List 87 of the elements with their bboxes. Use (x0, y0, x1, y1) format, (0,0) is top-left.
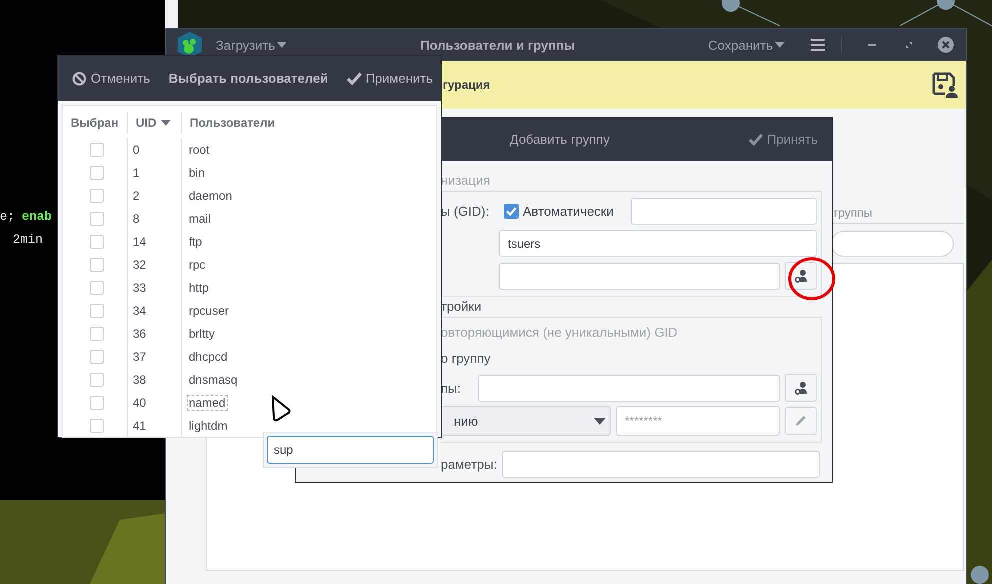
menu-icon[interactable] (811, 39, 825, 51)
user-name-cell[interactable]: dnsmasq (187, 372, 240, 388)
select-checkbox[interactable] (90, 396, 104, 410)
network-node-drawing (722, 0, 780, 26)
uid-cell: 8 (127, 207, 181, 230)
uid-cell: 2 (127, 184, 181, 207)
dialog-title: Выбрать пользователей (168, 71, 328, 86)
user-name-cell[interactable]: bin (187, 164, 208, 180)
uid-cell: 40 (127, 391, 181, 414)
select-checkbox[interactable] (90, 326, 104, 340)
apply-button[interactable]: Применить (346, 71, 433, 86)
uid-cell: 32 (127, 253, 181, 276)
select-checkbox[interactable] (90, 188, 104, 202)
uid-cell: 33 (127, 276, 181, 299)
members-field[interactable] (478, 374, 780, 402)
search-field[interactable]: sup (267, 436, 434, 464)
user-name-cell[interactable]: lightdm (187, 418, 230, 434)
column-header[interactable]: Выбран (63, 112, 127, 134)
save-menu-button[interactable]: Сохранить (704, 38, 789, 52)
auto-gid-checkbox[interactable] (504, 204, 519, 219)
select-checkbox[interactable] (90, 418, 104, 432)
sort-caret-icon (160, 120, 171, 126)
uid-cell: 36 (127, 322, 181, 345)
user-name-cell[interactable]: daemon (187, 188, 234, 204)
user-name-cell[interactable]: rpc (187, 256, 208, 272)
column-header[interactable]: UID (127, 112, 181, 134)
user-name-cell[interactable]: named (187, 394, 228, 410)
gid-field[interactable] (631, 198, 817, 225)
terminal-keyword: enab (22, 210, 52, 224)
user-name-cell[interactable]: rpcuser (187, 302, 232, 318)
check-icon (346, 72, 362, 86)
caret-icon (277, 42, 288, 48)
section-label: тройки (441, 299, 482, 315)
uid-cell: 37 (127, 345, 181, 368)
search-field[interactable] (831, 231, 954, 257)
terminal-text: 2min (13, 233, 44, 247)
auto-gid-label: Автоматически (523, 204, 614, 219)
user-name-cell[interactable]: dhcpcd (187, 348, 230, 364)
caret-icon (775, 42, 785, 48)
select-checkbox[interactable] (90, 304, 104, 318)
restore-icon[interactable] (906, 42, 912, 48)
accept-button[interactable]: Принять (749, 132, 818, 147)
description-field[interactable] (499, 262, 780, 290)
select-checkbox[interactable] (90, 234, 104, 248)
notification-text: гурация (443, 78, 492, 92)
section-label: низация (441, 173, 490, 189)
save-user-icon[interactable] (932, 72, 958, 98)
user-gear-icon (794, 381, 808, 395)
uid-cell: 34 (127, 299, 181, 322)
user-name-cell[interactable]: brltty (187, 326, 218, 342)
uid-cell: 41 (127, 414, 181, 437)
members-label: пы: (441, 380, 462, 396)
column-header[interactable]: Пользователи (181, 112, 436, 134)
password-mode-dropdown[interactable]: нию (441, 406, 611, 436)
uid-cell: 38 (127, 368, 181, 391)
extra-params-field[interactable] (502, 451, 820, 478)
check-icon (749, 134, 764, 146)
select-checkbox[interactable] (90, 142, 104, 156)
users-button[interactable] (785, 374, 817, 402)
highlight-ellipse (788, 257, 836, 301)
user-gear-icon (794, 269, 808, 283)
select-checkbox[interactable] (90, 166, 104, 180)
user-name-cell[interactable]: mail (187, 210, 214, 226)
gid-label: ы (GID): (441, 204, 490, 219)
uid-cell: 0 (127, 138, 181, 161)
pencil-icon (794, 414, 808, 428)
minimize-icon[interactable] (868, 44, 876, 46)
user-name-cell[interactable]: root (187, 142, 212, 158)
user-name-cell[interactable]: http (187, 280, 212, 296)
caret-icon (594, 418, 606, 424)
uid-cell: 14 (127, 230, 181, 253)
dialog-title: Добавить группу (510, 132, 611, 147)
terminal-text: e; (0, 210, 16, 224)
select-checkbox[interactable] (90, 372, 104, 386)
select-checkbox[interactable] (90, 350, 104, 364)
extra-params-label: раметры: (441, 456, 498, 472)
select-checkbox[interactable] (90, 258, 104, 272)
uid-cell: 1 (127, 161, 181, 184)
group-name-field[interactable]: tsuers (499, 230, 817, 257)
user-name-cell[interactable]: ftp (187, 234, 204, 250)
select-checkbox[interactable] (90, 212, 104, 226)
load-menu-button[interactable]: Загрузить (212, 38, 292, 52)
window-title: Пользователи и группы (420, 38, 576, 52)
cancel-icon (72, 72, 87, 86)
cancel-button[interactable]: Отменить (72, 71, 150, 86)
close-icon[interactable] (938, 37, 954, 53)
select-checkbox[interactable] (90, 280, 104, 294)
